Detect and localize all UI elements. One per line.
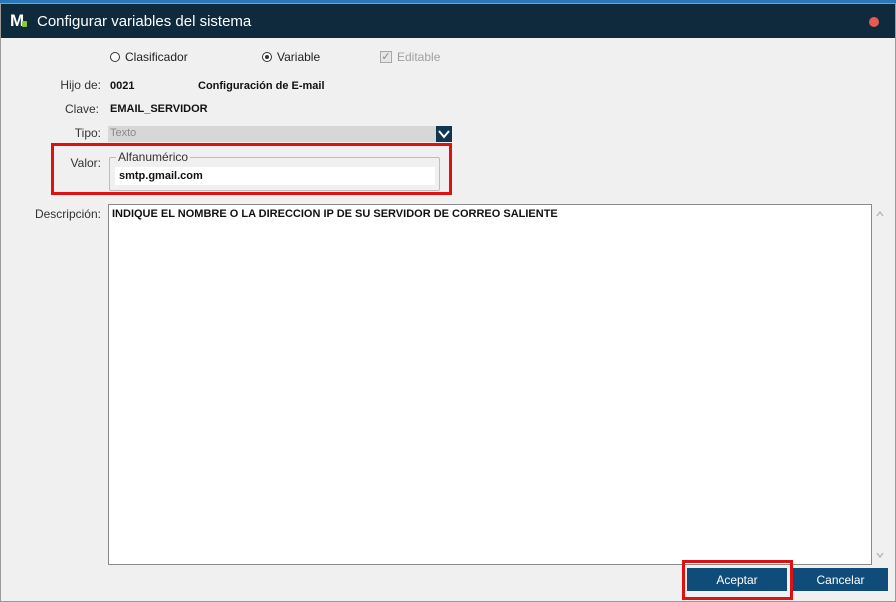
cancel-button[interactable]: Cancelar	[793, 568, 888, 591]
radio-clasificador[interactable]	[110, 52, 120, 62]
tipo-label: Tipo:	[74, 126, 101, 140]
app-logo-icon: M	[10, 12, 28, 30]
descripcion-text: INDIQUE EL NOMBRE O LA DIRECCION IP DE S…	[112, 208, 558, 220]
hijo-de-name: Configuración de E-mail	[198, 80, 325, 92]
editable-checkbox[interactable]: ✓	[380, 51, 392, 63]
tipo-select-value: Texto	[110, 127, 137, 139]
hijo-de-code: 0021	[110, 80, 135, 92]
descripcion-textarea[interactable]: INDIQUE EL NOMBRE O LA DIRECCION IP DE S…	[108, 204, 872, 565]
valor-label: Valor:	[70, 156, 101, 170]
scroll-up-icon[interactable]	[875, 209, 885, 219]
descripcion-scrollbar[interactable]	[873, 204, 887, 565]
title-bar[interactable]: M Configurar variables del sistema	[1, 4, 895, 38]
scroll-down-icon[interactable]	[875, 550, 885, 560]
close-icon[interactable]	[869, 17, 879, 27]
radio-clasificador-label[interactable]: Clasificador	[125, 50, 188, 64]
accept-button[interactable]: Aceptar	[687, 568, 787, 591]
window-title: Configurar variables del sistema	[37, 13, 252, 30]
radio-variable-label[interactable]: Variable	[277, 50, 320, 64]
valor-group: Alfanumérico	[109, 150, 440, 191]
valor-input[interactable]	[115, 167, 435, 185]
tipo-select[interactable]: Texto	[108, 126, 452, 142]
clave-label: Clave:	[64, 102, 99, 116]
chevron-down-icon[interactable]	[436, 126, 452, 142]
editable-label: Editable	[397, 50, 441, 64]
clave-value: EMAIL_SERVIDOR	[110, 103, 208, 115]
descripcion-label: Descripción:	[34, 207, 101, 221]
valor-group-legend: Alfanumérico	[116, 150, 191, 164]
dialog-window: M Configurar variables del sistema Clasi…	[0, 3, 896, 602]
radio-variable[interactable]	[262, 52, 272, 62]
hijo-de-label: Hijo de:	[60, 78, 101, 92]
